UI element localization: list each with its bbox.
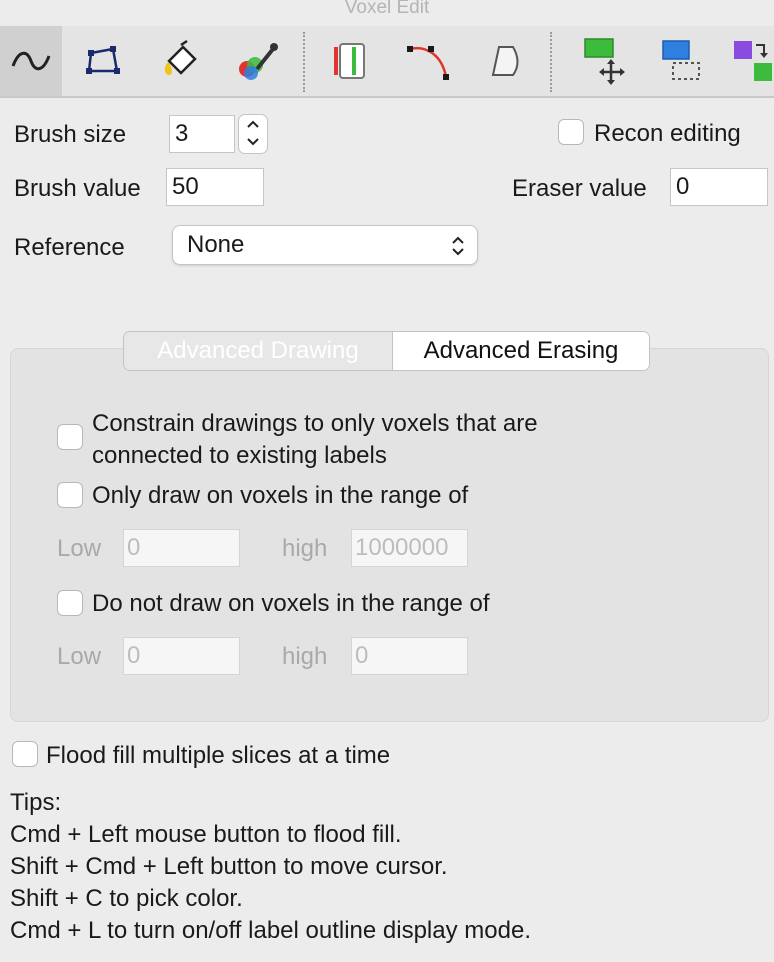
constrain-checkbox[interactable] [57,424,83,450]
not-draw-high-label: high [282,643,328,670]
not-draw-low-label: Low [57,643,102,670]
brush-size-stepper[interactable] [238,114,268,154]
brush-value-input[interactable]: 50 [166,168,264,206]
toolbar [0,26,774,98]
move-tool[interactable] [574,26,636,96]
flood-fill-multi-label: Flood fill multiple slices at a time [46,742,391,769]
flood-fill-tool[interactable] [150,26,212,96]
window-title: Voxel Edit [0,0,774,26]
only-draw-low-label: Low [57,535,102,562]
chevron-down-icon [247,138,259,146]
curve-icon [407,46,449,80]
freehand-draw-tool[interactable] [0,26,62,96]
reference-selected-value: None [187,231,245,258]
move-arrows-icon [584,38,625,85]
advanced-tab-bar: Advanced Drawing Advanced Erasing [123,331,650,371]
tip-line: Shift + Cmd + Left button to move cursor… [10,853,448,880]
toolbar-separator [550,32,552,92]
tip-line: Shift + C to pick color. [10,885,243,912]
only-draw-high-input[interactable]: 1000000 [351,529,468,567]
tip-line: Cmd + Left mouse button to flood fill. [10,821,402,848]
not-draw-low-input[interactable]: 0 [123,637,240,675]
chevron-updown-icon [452,236,464,256]
reference-label: Reference [14,234,125,261]
eyedropper-icon [239,43,278,80]
reference-select[interactable]: None [172,225,478,265]
constrain-label-line1: Constrain drawings to only voxels that a… [92,410,538,437]
curve-tool[interactable] [396,26,458,96]
tips-section: Tips: Cmd + Left mouse button to flood f… [10,787,531,947]
not-draw-high-input[interactable]: 0 [351,637,468,675]
tips-title: Tips: [10,789,62,816]
eraser-value-label: Eraser value [512,175,647,202]
eraser-value-input[interactable]: 0 [670,168,768,206]
constrain-label: Constrain drawings to only voxels that a… [92,408,538,472]
brush-size-input[interactable]: 3 [169,115,235,153]
tab-advanced-erasing[interactable]: Advanced Erasing [393,332,649,370]
shape-tool[interactable] [472,26,534,96]
color-picker-tool[interactable] [226,26,288,96]
chevron-up-icon [247,120,259,128]
recon-editing-checkbox[interactable] [558,119,584,145]
brush-size-label: Brush size [14,121,127,148]
brush-value-label: Brush value [14,175,141,202]
copy-squares-icon [734,41,772,81]
slice-bars-icon [334,43,365,79]
paint-bucket-icon [164,39,197,75]
selection-icon [662,40,700,80]
select-region-tool[interactable] [650,26,712,96]
polygon-icon [86,46,120,74]
tab-advanced-drawing[interactable]: Advanced Drawing [124,332,393,370]
wave-icon [11,51,51,71]
toolbar-separator [303,32,305,92]
recon-editing-label: Recon editing [594,120,741,147]
constrain-label-line2: connected to existing labels [92,442,387,469]
slice-tool[interactable] [320,26,382,96]
not-draw-range-label: Do not draw on voxels in the range of [92,590,490,617]
copy-label-tool[interactable] [718,26,774,96]
shape-icon [491,46,519,76]
tip-line: Cmd + L to turn on/off label outline dis… [10,917,531,944]
polygon-tool[interactable] [72,26,134,96]
only-draw-range-checkbox[interactable] [57,482,83,508]
only-draw-low-input[interactable]: 0 [123,529,240,567]
flood-fill-multi-checkbox[interactable] [12,741,38,767]
only-draw-range-label: Only draw on voxels in the range of [92,482,469,509]
not-draw-range-checkbox[interactable] [57,590,83,616]
only-draw-high-label: high [282,535,328,562]
